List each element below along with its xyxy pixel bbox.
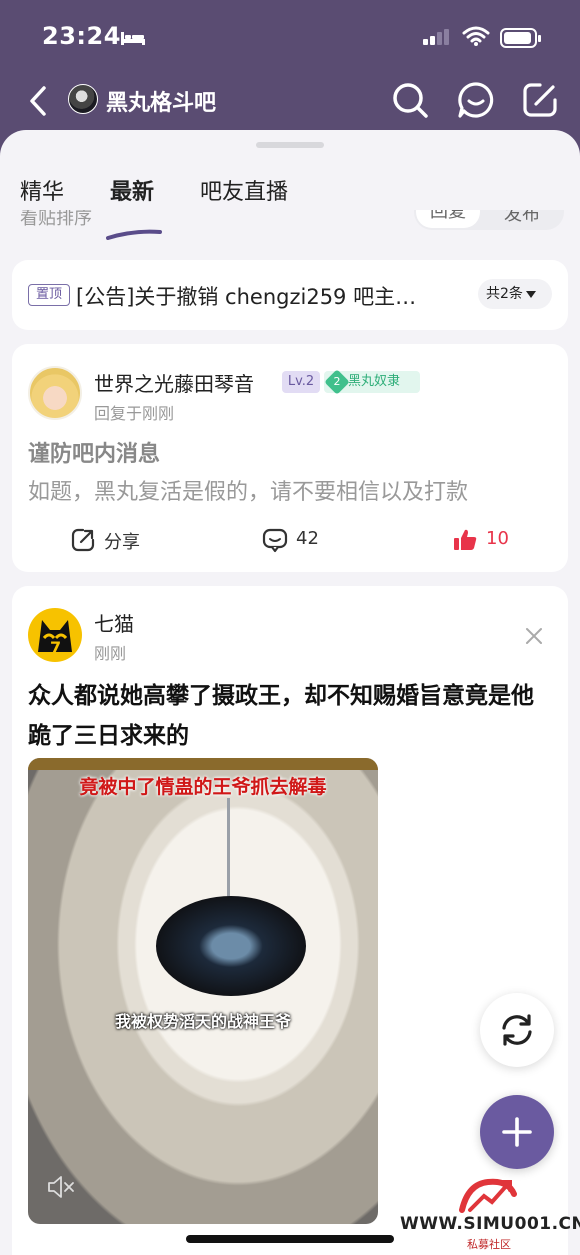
member-title-badge: 2 黑丸奴隶	[324, 369, 420, 395]
author-name[interactable]: 七猫	[94, 608, 134, 637]
share-label: 分享	[104, 532, 140, 553]
post-body[interactable]: 如题，黑丸复活是假的，请不要相信以及打款	[28, 474, 558, 506]
video-thumbnail[interactable]: 竟被中了情蛊的王爷抓去解毒 我被权势滔天的战神王爷	[28, 758, 378, 1224]
pinned-post[interactable]: 置顶 [公告]关于撤销 chengzi259 吧主… 共2条	[12, 260, 568, 330]
sheet-handle[interactable]	[256, 142, 324, 148]
status-time: 23:24	[42, 22, 121, 50]
content-sheet: 精华 最新 吧友直播 看贴排序 回复 发布 置顶 [公告]关于撤销 chengz…	[0, 130, 580, 1255]
sleep-bed-icon	[121, 32, 145, 45]
pinned-count-dropdown[interactable]: 共2条	[478, 279, 552, 309]
tab-featured[interactable]: 精华	[20, 174, 64, 206]
dropdown-caret-icon	[525, 290, 536, 298]
sort-row: 看贴排序 回复 发布	[0, 210, 580, 234]
cellular-signal-icon	[423, 29, 449, 45]
comment-count: 42	[296, 528, 319, 549]
refresh-icon	[502, 1014, 532, 1046]
video-caption-top: 竟被中了情蛊的王爷抓去解毒	[79, 776, 327, 798]
back-icon[interactable]	[26, 84, 52, 118]
close-icon[interactable]	[524, 626, 544, 646]
author-name[interactable]: 世界之光藤田琴音	[94, 368, 254, 397]
tab-latest[interactable]: 最新	[110, 174, 154, 206]
pinned-badge: 置顶	[28, 284, 70, 306]
cat-logo-icon: 7	[38, 620, 72, 657]
watermark-subtitle: 私募社区	[467, 1238, 511, 1251]
like-button[interactable]: 10	[452, 526, 532, 556]
author-avatar[interactable]	[28, 366, 82, 420]
reply-time: 回复于刚刚	[94, 404, 175, 423]
post-time: 刚刚	[94, 644, 127, 663]
svg-text:7: 7	[50, 638, 61, 657]
search-icon[interactable]	[390, 80, 430, 120]
share-icon	[71, 528, 95, 552]
video-needle	[227, 798, 230, 898]
message-icon[interactable]	[456, 80, 496, 120]
watermark: WWW.SIMU001.CN 私募社区	[400, 1170, 580, 1252]
thumbs-up-icon	[454, 529, 477, 550]
edit-post-icon[interactable]	[520, 80, 560, 120]
ad-post-card[interactable]: 7 七猫 刚刚 众人都说她高攀了摄政王，却不知赐婚旨意竟是他跪了三日求来的 竟被…	[12, 586, 568, 1255]
author-avatar[interactable]: 7	[28, 608, 82, 662]
forum-name[interactable]: 黑丸格斗吧	[106, 85, 216, 117]
comment-icon	[262, 528, 288, 553]
sort-label: 看贴排序	[20, 210, 92, 229]
post-card[interactable]: 世界之光藤田琴音 Lv.2 2 黑丸奴隶 回复于刚刚 谨防吧内消息 如题，黑丸复…	[12, 344, 568, 572]
video-top-strip	[28, 758, 378, 770]
pinned-count-label: 共2条	[486, 286, 523, 302]
member-title: 黑丸奴隶	[348, 374, 401, 389]
video-caption-bottom: 我被权势滔天的战神王爷	[114, 1012, 291, 1031]
new-post-button[interactable]	[480, 1095, 554, 1169]
battery-icon	[500, 28, 541, 48]
forum-avatar[interactable]	[68, 84, 98, 114]
comment-button[interactable]: 42	[262, 526, 352, 556]
plus-icon	[502, 1117, 532, 1147]
member-level-icon: 2	[324, 369, 350, 395]
watermark-url: WWW.SIMU001.CN	[400, 1214, 580, 1234]
refresh-button[interactable]	[480, 993, 554, 1067]
pinned-title[interactable]: [公告]关于撤销 chengzi259 吧主…	[76, 281, 476, 311]
navigation-bar: 黑丸格斗吧	[0, 72, 580, 130]
video-ink-pool	[156, 896, 306, 996]
mute-icon[interactable]	[46, 1174, 76, 1200]
like-count: 10	[486, 528, 509, 549]
home-indicator[interactable]	[186, 1235, 394, 1243]
wifi-icon	[462, 26, 490, 46]
level-badge: Lv.2	[282, 371, 320, 393]
share-button[interactable]: 分享	[70, 526, 170, 556]
sort-toggle[interactable]: 回复 发布	[414, 210, 564, 230]
watermark-logo-icon	[459, 1178, 517, 1213]
next-post-peek	[28, 1237, 178, 1255]
post-title[interactable]: 谨防吧内消息	[28, 436, 160, 468]
tab-live[interactable]: 吧友直播	[200, 174, 288, 206]
post-title[interactable]: 众人都说她高攀了摄政王，却不知赐婚旨意竟是他跪了三日求来的	[28, 676, 556, 756]
status-bar: 23:24	[0, 0, 580, 72]
sort-option-publish[interactable]: 发布	[504, 210, 540, 226]
sort-option-reply[interactable]: 回复	[416, 210, 480, 228]
